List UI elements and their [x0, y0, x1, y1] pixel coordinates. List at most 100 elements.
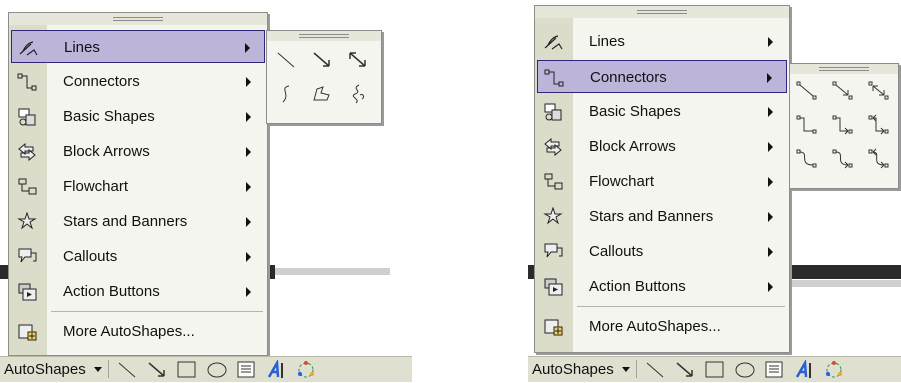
submenu-arrow-icon [768, 107, 773, 117]
more-autoshapes-icon [17, 322, 37, 341]
lines-icon [543, 32, 563, 50]
menu-item-action-buttons[interactable]: Action Buttons [11, 275, 265, 308]
freeform-icon[interactable] [311, 83, 333, 105]
elbow-arrow-connector-icon[interactable] [832, 114, 854, 136]
menu-item-basic-shapes[interactable]: Basic Shapes [537, 95, 787, 128]
stars-banners-icon [17, 212, 37, 230]
more-autoshapes-icon [543, 317, 563, 336]
elbow-connector-icon[interactable] [796, 114, 818, 136]
curved-arrow-connector-icon[interactable] [832, 148, 854, 170]
callouts-icon [17, 247, 37, 265]
menu-item-connectors[interactable]: Connectors [537, 60, 787, 93]
submenu-arrow-icon [246, 147, 251, 157]
stars-banners-icon [543, 207, 563, 225]
toolbar-separator [636, 360, 637, 378]
curved-connector-icon[interactable] [796, 148, 818, 170]
submenu-arrow-icon [768, 282, 773, 292]
straight-connector-icon[interactable] [796, 80, 818, 102]
autoshapes-button[interactable]: AutoShapes [4, 361, 86, 378]
arrow-tool-icon[interactable] [146, 360, 166, 378]
lines-icon [18, 38, 38, 56]
submenu-arrow-icon [768, 177, 773, 187]
submenu-arrow-icon [768, 247, 773, 257]
wordart-icon[interactable] [266, 360, 286, 378]
submenu-arrow-icon [246, 182, 251, 192]
submenu-drag-handle[interactable] [790, 64, 898, 74]
line-icon[interactable] [275, 49, 297, 71]
submenu-arrow-icon [768, 142, 773, 152]
submenu-arrow-icon [768, 37, 773, 47]
diagram-icon[interactable] [296, 360, 316, 378]
menu-item-stars-and-banners[interactable]: Stars and Banners [11, 205, 265, 238]
rectangle-tool-icon[interactable] [704, 360, 724, 378]
straight-arrow-connector-icon[interactable] [832, 80, 854, 102]
submenu-arrow-icon [768, 212, 773, 222]
basic-shapes-icon [543, 102, 563, 121]
dropdown-arrow-icon[interactable] [622, 367, 630, 372]
block-arrows-icon [17, 142, 37, 162]
straight-double-arrow-connector-icon[interactable] [868, 80, 890, 102]
connectors-icon [17, 72, 37, 91]
submenu-drag-handle[interactable] [267, 31, 381, 41]
action-buttons-icon [543, 277, 563, 296]
autoshapes-button[interactable]: AutoShapes [532, 361, 614, 378]
drawing-toolbar: AutoShapes [528, 356, 901, 382]
submenu-arrow-icon [246, 287, 251, 297]
menu-item-block-arrows[interactable]: Block Arrows [537, 130, 787, 163]
background-bar [0, 265, 8, 279]
lines-submenu [266, 30, 382, 124]
autoshapes-menu: Lines Connectors Basic Shapes Block Arro… [534, 5, 790, 353]
flowchart-icon [543, 172, 563, 190]
flowchart-icon [17, 177, 37, 195]
oval-tool-icon[interactable] [206, 360, 227, 378]
diagram-icon[interactable] [824, 360, 844, 378]
double-arrow-icon[interactable] [347, 49, 369, 71]
background-bar [788, 280, 901, 287]
menu-item-callouts[interactable]: Callouts [537, 235, 787, 268]
toolbar-separator [108, 360, 109, 378]
curve-icon[interactable] [275, 83, 297, 105]
menu-separator [51, 311, 263, 312]
menu-item-block-arrows[interactable]: Block Arrows [11, 135, 265, 168]
arrow-tool-icon[interactable] [674, 360, 694, 378]
oval-tool-icon[interactable] [734, 360, 755, 378]
submenu-arrow-icon [246, 217, 251, 227]
submenu-arrow-icon [767, 73, 772, 83]
basic-shapes-icon [17, 107, 37, 126]
menu-item-lines[interactable]: Lines [11, 30, 265, 63]
menu-item-flowchart[interactable]: Flowchart [11, 170, 265, 203]
connectors-submenu [789, 63, 899, 189]
autoshapes-menu: Lines Connectors Basic Shapes Block Arro… [8, 12, 268, 356]
submenu-arrow-icon [246, 77, 251, 87]
menu-item-stars-and-banners[interactable]: Stars and Banners [537, 200, 787, 233]
connectors-icon [544, 68, 564, 87]
block-arrows-icon [543, 137, 563, 157]
line-tool-icon[interactable] [644, 360, 664, 378]
submenu-arrow-icon [246, 252, 251, 262]
text-box-icon[interactable] [764, 360, 784, 378]
menu-item-more-autoshapes[interactable]: More AutoShapes... [11, 315, 265, 348]
rectangle-tool-icon[interactable] [176, 360, 196, 378]
action-buttons-icon [17, 282, 37, 301]
menu-item-lines[interactable]: Lines [537, 25, 787, 58]
menu-item-connectors[interactable]: Connectors [11, 65, 265, 98]
dropdown-arrow-icon[interactable] [94, 367, 102, 372]
submenu-arrow-icon [245, 43, 250, 53]
menu-drag-handle[interactable] [535, 6, 789, 18]
menu-item-basic-shapes[interactable]: Basic Shapes [11, 100, 265, 133]
drawing-toolbar: AutoShapes [0, 356, 412, 382]
curved-double-arrow-connector-icon[interactable] [868, 148, 890, 170]
line-tool-icon[interactable] [116, 360, 136, 378]
wordart-icon[interactable] [794, 360, 814, 378]
text-box-icon[interactable] [236, 360, 256, 378]
menu-item-action-buttons[interactable]: Action Buttons [537, 270, 787, 303]
background-bar [788, 265, 901, 279]
menu-item-flowchart[interactable]: Flowchart [537, 165, 787, 198]
menu-item-more-autoshapes[interactable]: More AutoShapes... [537, 310, 787, 343]
arrow-icon[interactable] [311, 49, 333, 71]
scribble-icon[interactable] [347, 83, 369, 105]
menu-item-callouts[interactable]: Callouts [11, 240, 265, 273]
submenu-arrow-icon [246, 112, 251, 122]
elbow-double-arrow-connector-icon[interactable] [868, 114, 890, 136]
menu-drag-handle[interactable] [9, 13, 267, 25]
